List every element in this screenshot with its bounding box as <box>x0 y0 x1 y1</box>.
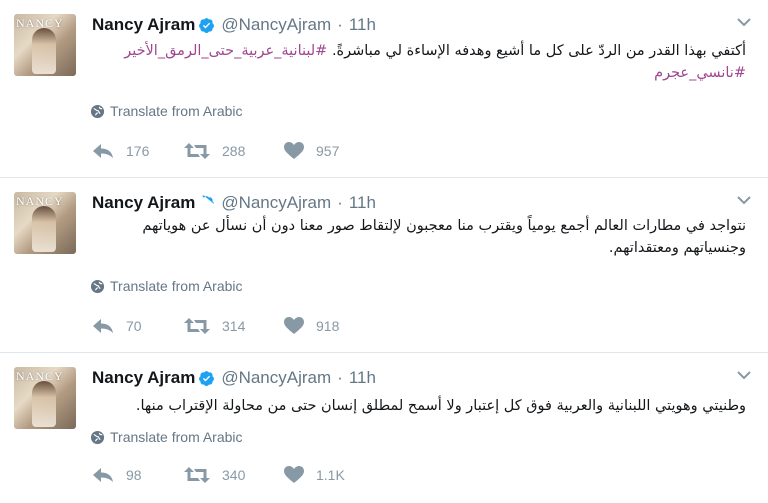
tweet-body: وطنيتي وهويتي اللبنانية والعربية فوق كل … <box>135 398 746 414</box>
retweet-count: 314 <box>222 318 246 334</box>
globe-icon <box>90 279 105 293</box>
author-handle[interactable]: @NancyAjram <box>221 15 331 35</box>
like-button[interactable]: 957 <box>284 142 339 160</box>
tweet-actions: 70 314 918 <box>92 317 339 335</box>
tweet-body: أكتفي بهذا القدر من الردّ على كل ما أشيع… <box>327 43 746 59</box>
like-button[interactable]: 1.1K <box>284 466 345 484</box>
like-button[interactable]: 918 <box>284 317 339 335</box>
translate-label: Translate from Arabic <box>110 278 243 294</box>
verified-badge-icon <box>203 194 215 206</box>
avatar-figure <box>32 28 56 74</box>
timestamp[interactable]: 11h <box>349 193 376 213</box>
retweet-button[interactable]: 288 <box>184 143 284 159</box>
avatar[interactable]: NANCY <box>14 367 76 429</box>
author-name[interactable]: Nancy Ajram <box>92 193 195 213</box>
like-count: 918 <box>316 318 340 334</box>
chevron-down-icon[interactable] <box>736 194 752 206</box>
like-count: 957 <box>316 143 340 159</box>
translate-label: Translate from Arabic <box>110 103 243 119</box>
tweet-text: وطنيتي وهويتي اللبنانية والعربية فوق كل … <box>90 395 746 417</box>
retweet-icon <box>184 318 210 334</box>
tweet-body: نتواجد في مطارات العالم أجمع يومياً ويقت… <box>142 218 746 256</box>
heart-icon <box>284 466 304 483</box>
tweet-header: Nancy Ajram @NancyAjram · 11h <box>92 190 376 216</box>
tweet-text: نتواجد في مطارات العالم أجمع يومياً ويقت… <box>90 215 746 259</box>
tweet[interactable]: NANCY Nancy Ajram @NancyAjram · 11h أكتف… <box>0 0 768 178</box>
reply-count: 70 <box>126 318 142 334</box>
reply-count: 98 <box>126 467 142 483</box>
verified-badge-icon <box>199 17 215 33</box>
avatar-figure <box>32 206 56 252</box>
heart-icon <box>284 142 304 159</box>
retweet-count: 340 <box>222 467 246 483</box>
reply-count: 176 <box>126 143 150 159</box>
author-name[interactable]: Nancy Ajram <box>92 15 195 35</box>
translate-label: Translate from Arabic <box>110 429 243 445</box>
tweet-actions: 176 288 957 <box>92 142 339 160</box>
chevron-down-icon[interactable] <box>736 16 752 28</box>
separator-dot: · <box>337 15 343 34</box>
chevron-down-icon[interactable] <box>736 369 752 381</box>
timestamp[interactable]: 11h <box>349 368 376 388</box>
retweet-button[interactable]: 314 <box>184 318 284 334</box>
reply-button[interactable]: 176 <box>92 143 184 159</box>
retweet-button[interactable]: 340 <box>184 467 284 483</box>
tweet[interactable]: NANCY Nancy Ajram @NancyAjram · 11h نتوا… <box>0 178 768 353</box>
reply-button[interactable]: 98 <box>92 467 184 483</box>
tweet-header: Nancy Ajram @NancyAjram · 11h <box>92 12 376 38</box>
translate-link[interactable]: Translate from Arabic <box>90 278 243 294</box>
avatar[interactable]: NANCY <box>14 192 76 254</box>
tweet[interactable]: NANCY Nancy Ajram @NancyAjram · 11h وطني… <box>0 353 768 503</box>
retweet-icon <box>184 467 210 483</box>
author-name[interactable]: Nancy Ajram <box>92 368 195 388</box>
timestamp[interactable]: 11h <box>349 15 376 35</box>
globe-icon <box>90 430 105 444</box>
reply-icon <box>93 319 113 333</box>
reply-icon <box>93 144 113 158</box>
translate-link[interactable]: Translate from Arabic <box>90 429 243 445</box>
author-handle[interactable]: @NancyAjram <box>221 193 331 213</box>
retweet-icon <box>184 143 210 159</box>
avatar-figure <box>32 381 56 427</box>
separator-dot: · <box>337 193 343 212</box>
reply-button[interactable]: 70 <box>92 318 184 334</box>
translate-link[interactable]: Translate from Arabic <box>90 103 243 119</box>
separator-dot: · <box>337 368 343 387</box>
heart-icon <box>284 317 304 334</box>
like-count: 1.1K <box>316 467 345 483</box>
reply-icon <box>93 468 113 482</box>
author-handle[interactable]: @NancyAjram <box>221 368 331 388</box>
tweet-actions: 98 340 1.1K <box>92 466 345 484</box>
globe-icon <box>90 104 105 118</box>
tweet-text: أكتفي بهذا القدر من الردّ على كل ما أشيع… <box>90 40 746 84</box>
avatar[interactable]: NANCY <box>14 14 76 76</box>
verified-badge-icon <box>199 370 215 386</box>
retweet-count: 288 <box>222 143 246 159</box>
tweet-header: Nancy Ajram @NancyAjram · 11h <box>92 365 376 391</box>
